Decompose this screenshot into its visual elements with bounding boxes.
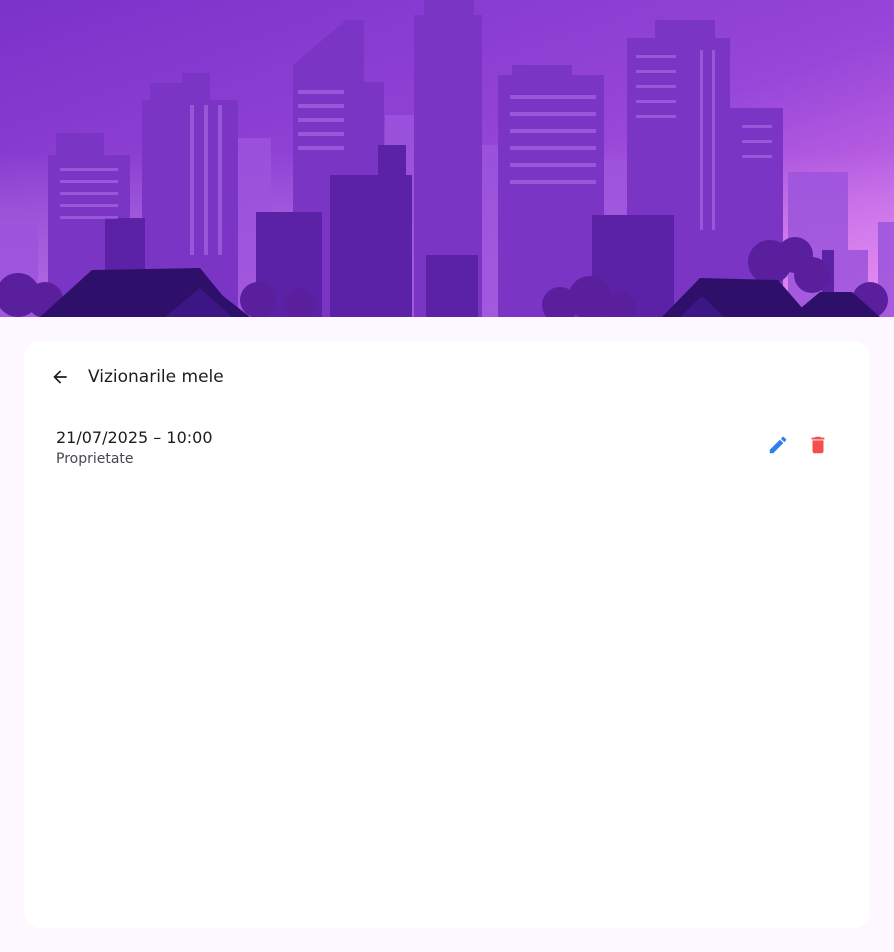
pencil-icon [769,436,787,454]
viewing-list-item[interactable]: 21/07/2025 – 10:00 Proprietate [24,421,870,471]
hero-banner [0,0,894,317]
viewings-card: Vizionarile mele 21/07/2025 – 10:00 Prop… [24,341,870,928]
arrow-back-icon [53,370,67,384]
viewing-property: Proprietate [56,451,134,467]
back-button[interactable] [44,361,76,393]
delete-viewing-button[interactable] [802,429,834,461]
viewing-datetime: 21/07/2025 – 10:00 [56,428,213,447]
trash-icon [811,436,825,454]
card-header: Vizionarile mele [24,341,870,413]
edit-viewing-button[interactable] [762,429,794,461]
city-skyline-illustration [0,0,894,317]
page-title: Vizionarile mele [88,367,224,387]
